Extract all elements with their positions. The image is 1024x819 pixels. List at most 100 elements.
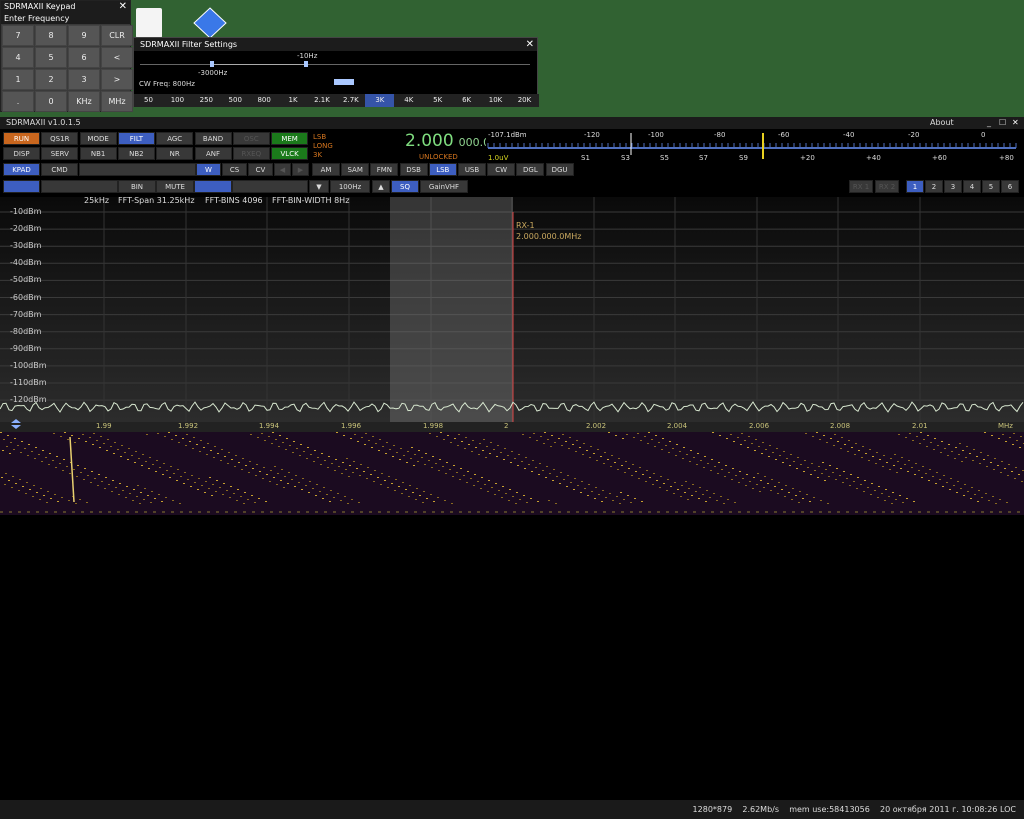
keypad-key[interactable]: KHz [68,91,100,112]
keypad-key[interactable]: CLR [101,25,133,46]
mode-dgl-button[interactable]: DGL [516,163,545,176]
filter-width-button[interactable]: 500 [221,94,250,107]
keypad-key[interactable]: 6 [68,47,100,68]
filter-width-button[interactable]: 20K [510,94,539,107]
filter-width-button[interactable]: 50 [134,94,163,107]
control-run-button[interactable]: RUN [3,132,40,145]
control-osc-button[interactable]: OSC [232,132,270,145]
control-blank[interactable] [79,163,196,176]
keypad-key[interactable]: 5 [35,47,67,68]
minimize-icon[interactable]: _ [987,117,991,129]
keypad-key[interactable]: 2 [35,69,67,90]
view-cv-button[interactable]: CV [248,163,273,176]
filter-close-icon[interactable]: ✕ [526,38,534,51]
control-kpad-button[interactable]: KPAD [3,163,40,176]
filter-width-button[interactable]: 3K [365,94,395,107]
receiver-4-button[interactable]: 4 [963,180,981,193]
volume-slider[interactable] [194,180,232,193]
filter-width-button[interactable]: 4K [394,94,423,107]
keypad-key[interactable]: 8 [35,25,67,46]
nav-left-button[interactable]: ◀ [274,163,291,176]
main-close-icon[interactable]: ✕ [1012,117,1019,129]
control-nb1-button[interactable]: NB1 [79,147,117,160]
filter-hi-handle[interactable] [304,61,308,67]
filter-width-button[interactable]: 5K [423,94,452,107]
control-nb2-button[interactable]: NB2 [117,147,155,160]
control-anf-button[interactable]: ANF [194,147,232,160]
keypad-key[interactable]: < [101,47,133,68]
control-mem-button[interactable]: MEM [271,132,309,145]
filter-width-button[interactable]: 250 [192,94,221,107]
mode-cw-button[interactable]: CW [487,163,516,176]
receiver-3-button[interactable]: 3 [944,180,962,193]
step-size-button[interactable]: 100Hz [330,180,370,193]
control-rxeq-button[interactable]: RXEQ [232,147,270,160]
filter-width-button[interactable]: 1K [279,94,308,107]
keypad-key[interactable]: 9 [68,25,100,46]
keypad-titlebar[interactable]: SDRMAXII Keypad ✕ [1,1,130,13]
control-filt-button[interactable]: FILT [117,132,155,145]
cw-freq-slider[interactable] [334,79,354,85]
filter-lo-handle[interactable] [210,61,214,67]
maximize-icon[interactable]: ☐ [999,117,1006,129]
main-titlebar[interactable]: SDRMAXII v1.0.1.5 About _ ☐ ✕ [0,117,1024,129]
control-agc-button[interactable]: AGC [156,132,194,145]
control-serv-button[interactable]: SERV [41,147,79,160]
gain-vhf-button[interactable]: GainVHF [420,180,468,193]
keypad-key[interactable]: > [101,69,133,90]
mode-lsb-button[interactable]: LSB [428,163,457,176]
receiver-1-button[interactable]: 1 [906,180,924,193]
keypad-key[interactable]: 7 [2,25,34,46]
control-band-button[interactable]: BAND [194,132,232,145]
filter-passband[interactable] [390,197,513,432]
receiver-2-button[interactable]: 2 [925,180,943,193]
filter-width-button[interactable]: 2.7K [336,94,365,107]
mode-dsb-button[interactable]: DSB [399,163,428,176]
receiver-5-button[interactable]: 5 [982,180,1000,193]
keypad-key[interactable]: 1 [2,69,34,90]
step-down-button[interactable]: ▼ [309,180,329,193]
mode-usb-button[interactable]: USB [458,163,486,176]
keypad-key[interactable]: . [2,91,34,112]
keypad-key[interactable]: 0 [35,91,67,112]
step-up-button[interactable]: ▲ [372,180,390,193]
control-disp-button[interactable]: DISP [3,147,40,160]
filter-titlebar[interactable]: SDRMAXII Filter Settings ✕ [134,38,537,51]
about-link[interactable]: About [930,117,954,129]
filter-width-button[interactable]: 6K [452,94,481,107]
filter-width-button[interactable]: 100 [163,94,192,107]
mode-am-button[interactable]: AM [312,163,340,176]
control-mode-button[interactable]: MODE [79,132,117,145]
scale-updown-icon[interactable] [10,419,22,429]
rx2-button[interactable]: RX 2 [875,180,899,193]
control-qs1r-button[interactable]: QS1R [41,132,79,145]
diamond-app-icon[interactable] [190,6,227,39]
waterfall-display[interactable] [0,432,1024,515]
view-cs-button[interactable]: CS [222,163,247,176]
rx1-button[interactable]: RX 1 [849,180,873,193]
mode-dgu-button[interactable]: DGU [545,163,574,176]
bar3-blank2[interactable] [232,180,308,193]
filter-width-button[interactable]: 2.1K [308,94,337,107]
file-icon[interactable] [136,8,162,38]
nav-right-button[interactable]: ▶ [292,163,309,176]
view-w-button[interactable]: W [196,163,221,176]
bar3-blank[interactable] [41,180,118,193]
keypad-key[interactable]: 3 [68,69,100,90]
frequency-display[interactable]: 2.000 000.0 [405,131,490,151]
control-cmd-button[interactable]: CMD [41,163,78,176]
control-nr-button[interactable]: NR [156,147,194,160]
mode-sam-button[interactable]: SAM [341,163,370,176]
keypad-close-icon[interactable]: ✕ [119,1,127,13]
filter-width-button[interactable]: 10K [481,94,510,107]
squelch-slider-left[interactable] [3,180,40,193]
receiver-6-button[interactable]: 6 [1001,180,1019,193]
mode-fmn-button[interactable]: FMN [370,163,399,176]
bin-button[interactable]: BIN [118,180,156,193]
control-vlck-button[interactable]: VLCK [271,147,309,160]
keypad-key[interactable]: MHz [101,91,133,112]
keypad-key[interactable]: 4 [2,47,34,68]
filter-width-button[interactable]: 800 [250,94,279,107]
squelch-button[interactable]: SQ [391,180,419,193]
mute-button[interactable]: MUTE [156,180,194,193]
